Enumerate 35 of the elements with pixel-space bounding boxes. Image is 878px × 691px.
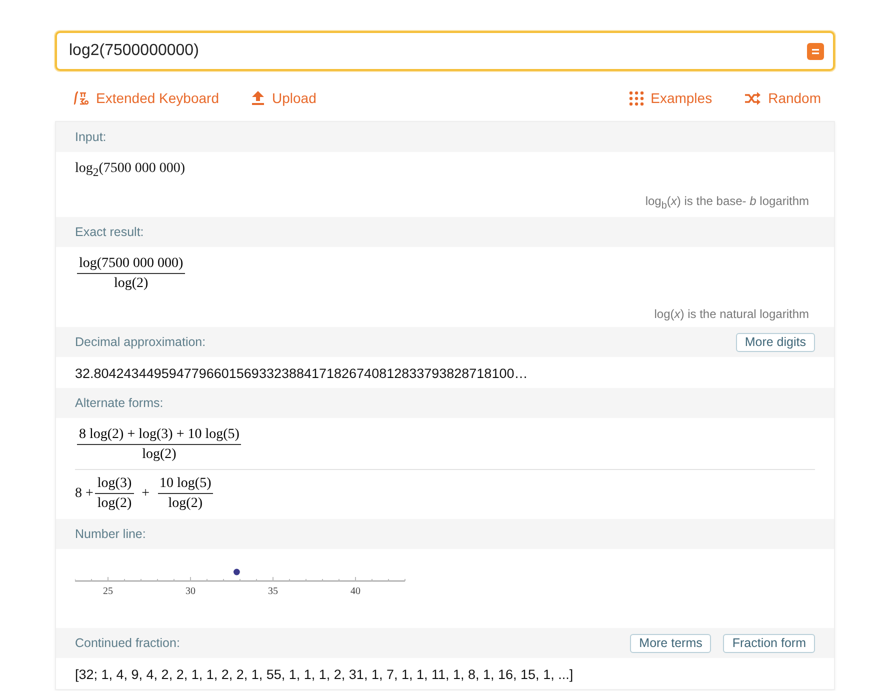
math-expression: log$_{2}$(7500 000 000) [75,161,186,179]
examples-link[interactable]: Examples [650,90,712,106]
random-link[interactable]: Random [768,90,821,106]
pod-button[interactable]: More terms [630,634,712,653]
compute-icon[interactable] [807,42,824,60]
pod-title: Number line: [75,527,146,542]
shuffle-icon [744,92,762,104]
result-text: 32.80424344959477966015693323884171826740812833793828718100… [75,366,528,382]
query-text: log2(7500000000) [69,42,199,60]
pod-title: Continued fraction: [75,636,180,650]
tick-label: 30 [186,586,196,598]
search-field[interactable]: log2(7500000000) [55,31,835,71]
math-operator: + [142,486,150,502]
fraction: log(7500 000 000) log(2) [77,256,186,292]
pod-button[interactable]: More digits [736,332,815,352]
tick-label: 25 [103,586,113,598]
pod-title: Exact result: [75,225,144,240]
fraction: 10 log(5) log(2) [158,476,214,512]
pod-note: log(x) is the natural logarithm [653,306,810,324]
math-term: 8 + [75,486,94,502]
tick-label: 40 [350,586,360,598]
pod-button[interactable]: Fraction form [723,634,815,653]
tick-label: 35 [268,586,278,598]
result-text: [32; 1, 4, 9, 4, 2, 2, 1, 1, 2, 2, 1, 55, 1, 1, 1, 2, 31, 1, 7, 1, 1, 11, 1, 8, 1, 16, 15, 1, ...] [75,667,574,682]
math-symbols-icon [71,90,89,106]
pod-note: log$_{b}$(x) is the base- b logarithm [644,192,810,214]
keyboard-link[interactable]: Extended Keyboard [96,90,219,106]
pod-title: Decimal approximation: [75,335,206,350]
upload-link[interactable]: Upload [272,90,316,106]
fraction: log(3) log(2) [95,476,134,512]
grid-icon [628,90,644,106]
upload-icon [250,90,265,106]
pod-title: Input: [75,130,106,144]
pod-title: Alternate forms: [75,396,164,410]
fraction: 8 log(2) + log(3) + 10 log(5) log(2) [77,427,242,464]
